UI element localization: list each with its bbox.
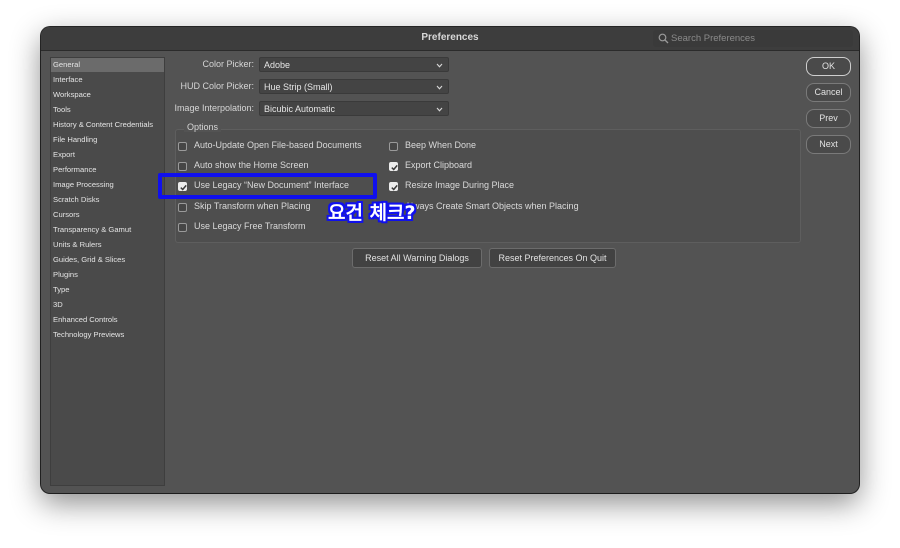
checkbox-auto-update[interactable]: [178, 142, 187, 151]
sidebar-item-type[interactable]: Type: [51, 283, 164, 297]
title-bar: Preferences: [41, 27, 859, 51]
sidebar-item-performance[interactable]: Performance: [51, 163, 164, 177]
options-title: Options: [184, 122, 222, 132]
hud-color-picker-label: HUD Color Picker:: [180, 81, 254, 91]
annotation-text: 요건 체크?: [328, 202, 416, 224]
cancel-button[interactable]: Cancel: [806, 83, 851, 102]
search-input[interactable]: [671, 31, 849, 46]
hud-color-picker-value: Hue Strip (Small): [264, 82, 333, 92]
image-interpolation-select[interactable]: Bicubic Automatic: [259, 101, 449, 116]
checkbox-legacy-free-transform[interactable]: [178, 223, 187, 232]
ok-button[interactable]: OK: [806, 57, 851, 76]
option-label: Export Clipboard: [405, 160, 473, 170]
option-label: Always Create Smart Objects when Placing: [405, 201, 579, 211]
sidebar-item-technology-previews[interactable]: Technology Previews: [51, 328, 164, 342]
prev-button[interactable]: Prev: [806, 109, 851, 128]
sidebar-item-plugins[interactable]: Plugins: [51, 268, 164, 282]
sidebar-item-workspace[interactable]: Workspace: [51, 88, 164, 102]
sidebar-item-guides[interactable]: Guides, Grid & Slices: [51, 253, 164, 267]
checkmark-icon: [391, 164, 398, 171]
sidebar-item-cursors[interactable]: Cursors: [51, 208, 164, 222]
option-label: Skip Transform when Placing: [194, 201, 311, 211]
sidebar-item-export[interactable]: Export: [51, 148, 164, 162]
search-icon: [658, 33, 669, 44]
color-picker-label: Color Picker:: [202, 59, 254, 69]
checkbox-resize-image[interactable]: [389, 182, 398, 191]
chevron-down-icon: [436, 85, 443, 90]
search-box[interactable]: [653, 30, 853, 47]
checkbox-beep[interactable]: [389, 142, 398, 151]
reset-preferences-button[interactable]: Reset Preferences On Quit: [489, 248, 616, 268]
sidebar-item-transparency[interactable]: Transparency & Gamut: [51, 223, 164, 237]
annotation-highlight-box: [158, 173, 377, 199]
image-interpolation-label: Image Interpolation:: [174, 103, 254, 113]
option-label: Auto show the Home Screen: [194, 160, 309, 170]
chevron-down-icon: [436, 63, 443, 68]
color-picker-value: Adobe: [264, 60, 291, 70]
option-label: Auto-Update Open File-based Documents: [194, 140, 362, 150]
sidebar-item-scratch-disks[interactable]: Scratch Disks: [51, 193, 164, 207]
preferences-window: Preferences General Interface Workspace …: [41, 27, 859, 493]
checkbox-home-screen[interactable]: [178, 162, 187, 171]
option-label: Resize Image During Place: [405, 180, 515, 190]
sidebar-item-image-processing[interactable]: Image Processing: [51, 178, 164, 192]
sidebar-item-history[interactable]: History & Content Credentials: [51, 118, 164, 132]
sidebar-item-interface[interactable]: Interface: [51, 73, 164, 87]
reset-warning-dialogs-button[interactable]: Reset All Warning Dialogs: [352, 248, 482, 268]
sidebar-item-units-rulers[interactable]: Units & Rulers: [51, 238, 164, 252]
option-label: Use Legacy Free Transform: [194, 221, 306, 231]
sidebar-item-file-handling[interactable]: File Handling: [51, 133, 164, 147]
sidebar-item-tools[interactable]: Tools: [51, 103, 164, 117]
sidebar-item-enhanced-controls[interactable]: Enhanced Controls: [51, 313, 164, 327]
image-interpolation-value: Bicubic Automatic: [264, 104, 336, 114]
checkbox-export-clipboard[interactable]: [389, 162, 398, 171]
chevron-down-icon: [436, 107, 443, 112]
next-button[interactable]: Next: [806, 135, 851, 154]
checkmark-icon: [391, 184, 398, 191]
color-picker-select[interactable]: Adobe: [259, 57, 449, 72]
hud-color-picker-select[interactable]: Hue Strip (Small): [259, 79, 449, 94]
sidebar-item-general[interactable]: General: [51, 58, 164, 72]
option-label: Beep When Done: [405, 140, 477, 150]
checkbox-skip-transform[interactable]: [178, 203, 187, 212]
sidebar-item-3d[interactable]: 3D: [51, 298, 164, 312]
preferences-sidebar: General Interface Workspace Tools Histor…: [50, 57, 165, 486]
